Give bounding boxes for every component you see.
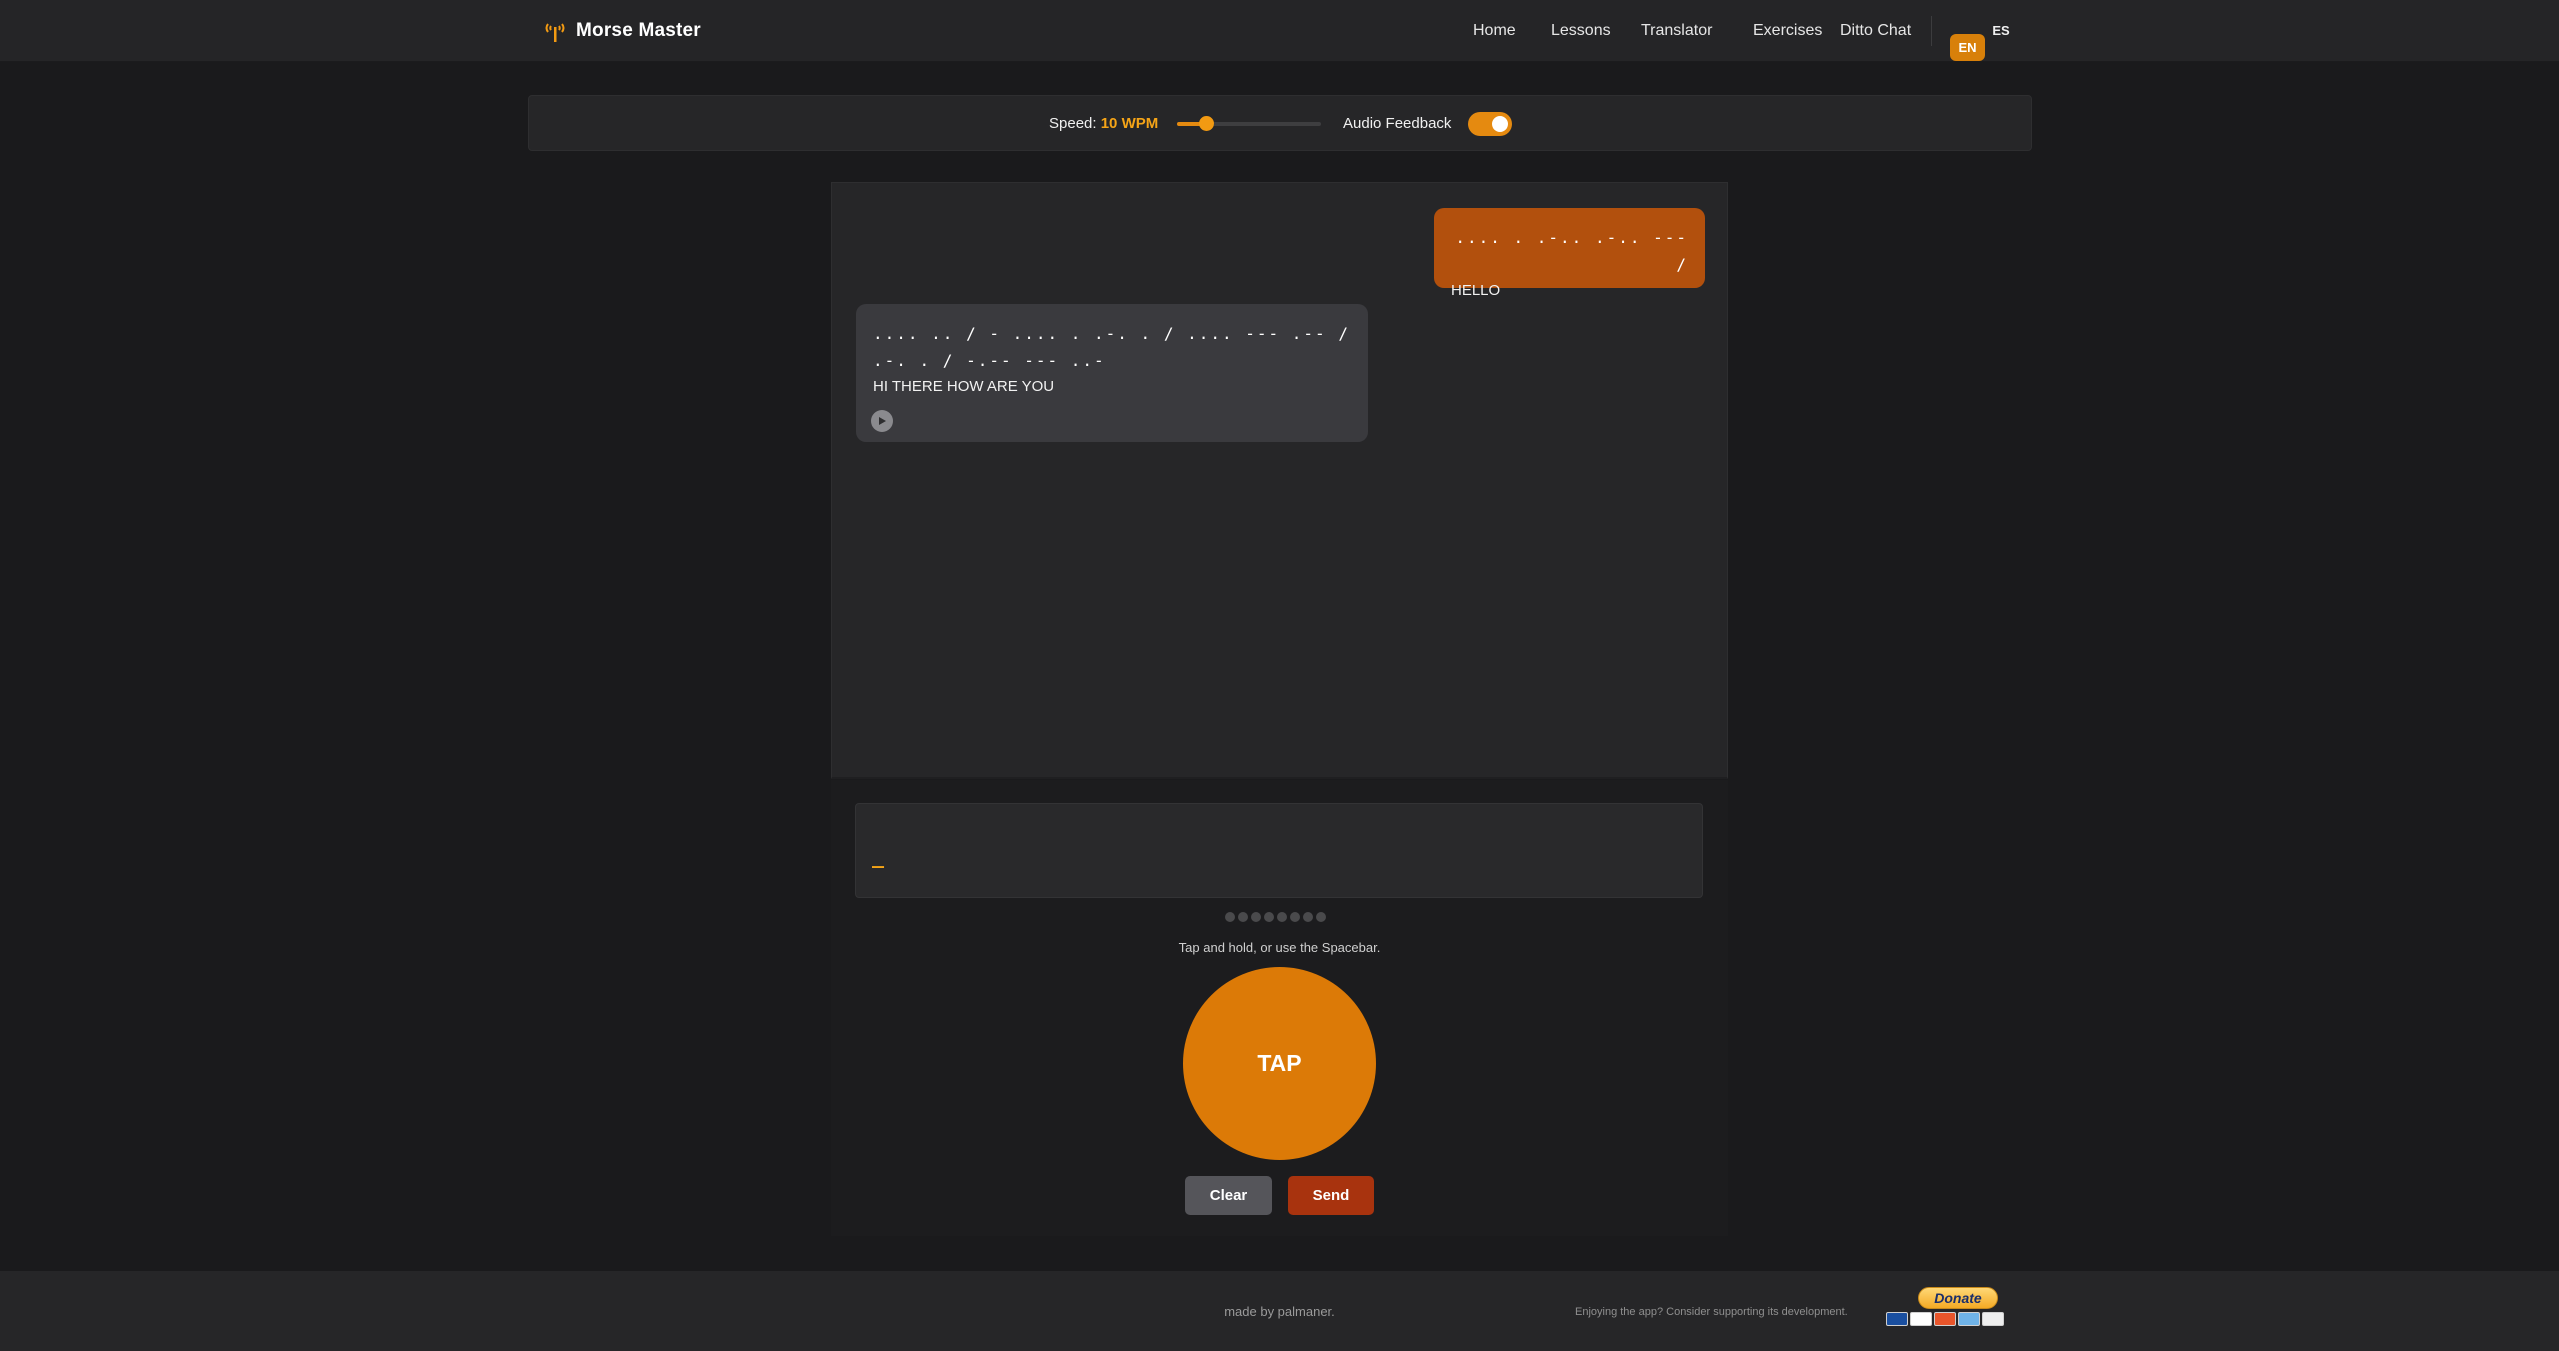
language-en-button[interactable]: EN [1950, 34, 1985, 61]
progress-dot [1290, 912, 1300, 922]
progress-dot [1303, 912, 1313, 922]
brand-logo[interactable]: Morse Master [542, 18, 701, 44]
nav-divider [1931, 16, 1932, 46]
footer: made by palmaner. Enjoying the app? Cons… [0, 1271, 2559, 1351]
payment-cards [1886, 1312, 2004, 1326]
donate-button[interactable]: Donate [1918, 1287, 1998, 1309]
toggle-knob [1492, 116, 1508, 132]
input-cursor: _ [872, 844, 885, 868]
card-icon [1982, 1312, 2004, 1326]
message-morse: .... . .-.. .-.. --- / [1455, 228, 1688, 274]
character-progress-dots [1225, 912, 1326, 922]
nav-home[interactable]: Home [1473, 22, 1516, 40]
speed-value: 10 WPM [1100, 115, 1159, 132]
nav-translator[interactable]: Translator [1641, 22, 1712, 40]
audio-feedback-label: Audio Feedback [1343, 115, 1452, 132]
antenna-icon [545, 23, 565, 42]
progress-dot [1251, 912, 1261, 922]
card-icon [1886, 1312, 1908, 1326]
play-icon[interactable] [871, 410, 893, 432]
progress-dot [1264, 912, 1274, 922]
progress-dot [1316, 912, 1326, 922]
incoming-message: .... .. / - .... . .-. . / .... --- .-- … [856, 304, 1368, 442]
nav-lessons[interactable]: Lessons [1551, 22, 1611, 40]
speed-slider-thumb[interactable] [1198, 116, 1214, 131]
speed-slider[interactable] [1177, 116, 1321, 131]
morse-input-field[interactable]: _ [855, 803, 1703, 898]
settings-bar: Speed: 10 WPM Audio Feedback [528, 95, 2032, 151]
card-icon [1910, 1312, 1932, 1326]
clear-button[interactable]: Clear [1185, 1176, 1272, 1215]
message-morse: .... .. / - .... . .-. . / .... --- .-- … [873, 324, 1350, 370]
nav-ditto-chat[interactable]: Ditto Chat [1840, 22, 1911, 40]
support-text: Enjoying the app? Consider supporting it… [1575, 1306, 1848, 1318]
language-es-button[interactable]: ES [1990, 17, 2012, 44]
send-button[interactable]: Send [1288, 1176, 1374, 1215]
top-navbar: Morse Master Home Lessons Translator Exe… [0, 0, 2559, 62]
outgoing-message: .... . .-.. .-.. --- / HELLO [1434, 208, 1705, 299]
tap-hint: Tap and hold, or use the Spacebar. [1178, 940, 1381, 955]
made-by-text: made by palmaner. [1224, 1304, 1335, 1319]
message-text: HI THERE HOW ARE YOU [873, 378, 1055, 395]
tap-button[interactable]: TAP [1183, 967, 1376, 1160]
message-text: HELLO [1451, 282, 1501, 299]
card-icon [1958, 1312, 1980, 1326]
card-icon [1934, 1312, 1956, 1326]
speed-label: Speed: 10 WPM [1049, 115, 1159, 132]
nav-exercises[interactable]: Exercises [1753, 22, 1822, 40]
progress-dot [1225, 912, 1235, 922]
chat-panel: .... . .-.. .-.. --- / HELLO .... .. / -… [831, 182, 1728, 779]
brand-name: Morse Master [576, 20, 701, 41]
progress-dot [1238, 912, 1248, 922]
audio-feedback-toggle[interactable] [1468, 112, 1512, 136]
morse-input-area: _ Tap and hold, or use the Spacebar. TAP… [831, 780, 1728, 1236]
progress-dot [1277, 912, 1287, 922]
